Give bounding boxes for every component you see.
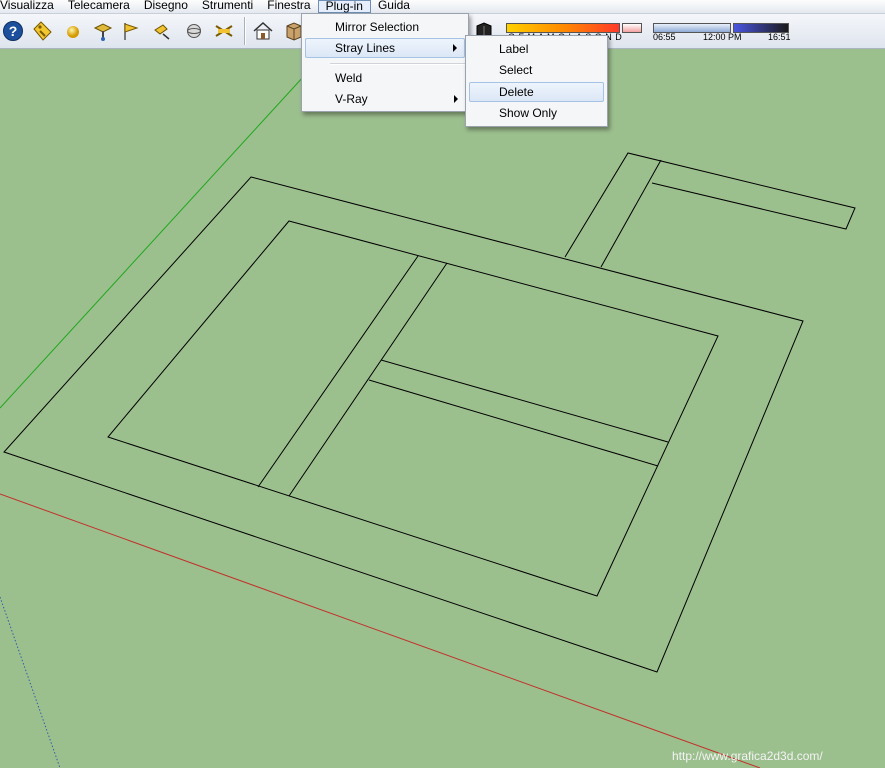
time-mid-label: 12:00 PM <box>703 32 742 42</box>
plugin-menu: Mirror Selection Stray Lines Weld V-Ray <box>301 13 469 112</box>
corridor-edge-top <box>564 152 856 258</box>
house-view-icon[interactable] <box>251 19 275 43</box>
drawing-viewport[interactable] <box>0 49 885 768</box>
menu-item-stray-lines[interactable]: Stray Lines <box>305 38 465 58</box>
menu-bar: Visualizza Telecamera Disegno Strumenti … <box>0 0 885 14</box>
menu-telecamera[interactable]: Telecamera <box>61 0 137 13</box>
time-start-label: 06:55 <box>653 32 676 42</box>
blue-axis <box>0 596 61 768</box>
help-icon[interactable]: ? <box>1 19 25 43</box>
wall-edge-a <box>257 255 419 488</box>
interact-icon[interactable] <box>212 19 236 43</box>
menu-item-select-lines[interactable]: Select <box>469 60 604 80</box>
time-end-label: 16:51 <box>768 32 791 42</box>
menu-item-label: V-Ray <box>335 92 368 106</box>
red-axis <box>0 493 761 768</box>
sphere-icon[interactable] <box>61 19 85 43</box>
menu-finestra[interactable]: Finestra <box>260 0 317 13</box>
date-slider-end[interactable] <box>622 23 642 33</box>
menu-item-label: Mirror Selection <box>335 20 420 34</box>
menu-item-weld[interactable]: Weld <box>305 68 465 88</box>
menu-plug-in[interactable]: Plug-in <box>317 0 371 13</box>
toolbar-separator <box>244 17 246 45</box>
menu-item-label-lines[interactable]: Label <box>469 39 604 59</box>
corridor-edge-inner <box>600 159 662 268</box>
menu-item-label: Label <box>499 42 529 56</box>
floor-plan-edges[interactable] <box>3 152 856 673</box>
wall-edge-c <box>380 359 669 443</box>
menu-separator <box>330 63 465 65</box>
menu-item-label: Delete <box>499 85 534 99</box>
look-around-icon[interactable] <box>150 19 174 43</box>
position-camera-icon[interactable] <box>91 19 115 43</box>
inner-slab-edge <box>107 220 719 597</box>
svg-text:?: ? <box>9 23 18 39</box>
menu-item-label: Show Only <box>499 106 558 120</box>
menu-item-mirror-selection[interactable]: Mirror Selection <box>305 17 465 37</box>
menu-item-v-ray[interactable]: V-Ray <box>305 89 465 109</box>
menu-item-label: Select <box>499 63 533 77</box>
wall-edge-b <box>288 262 448 497</box>
stray-lines-submenu: Label Select Delete Show Only <box>465 35 608 127</box>
menu-disegno[interactable]: Disegno <box>137 0 195 13</box>
menu-item-delete-lines[interactable]: Delete <box>469 82 604 102</box>
menu-strumenti[interactable]: Strumenti <box>195 0 260 13</box>
submenu-arrow-icon <box>453 44 457 52</box>
menu-item-label: Stray Lines <box>335 41 396 55</box>
green-axis <box>0 75 305 409</box>
walk-flag-icon[interactable] <box>119 19 143 43</box>
menu-visualizza[interactable]: Visualizza <box>0 0 61 13</box>
watermark: http://www.grafica2d3d.com/ <box>672 749 823 763</box>
menu-item-show-only[interactable]: Show Only <box>469 103 604 123</box>
tag-icon[interactable] <box>30 19 54 43</box>
wall-edge-d <box>368 379 659 467</box>
submenu-arrow-icon <box>454 95 458 103</box>
section-plane-icon[interactable] <box>182 19 206 43</box>
menu-item-label: Weld <box>335 71 363 85</box>
menu-guida[interactable]: Guida <box>371 0 417 13</box>
